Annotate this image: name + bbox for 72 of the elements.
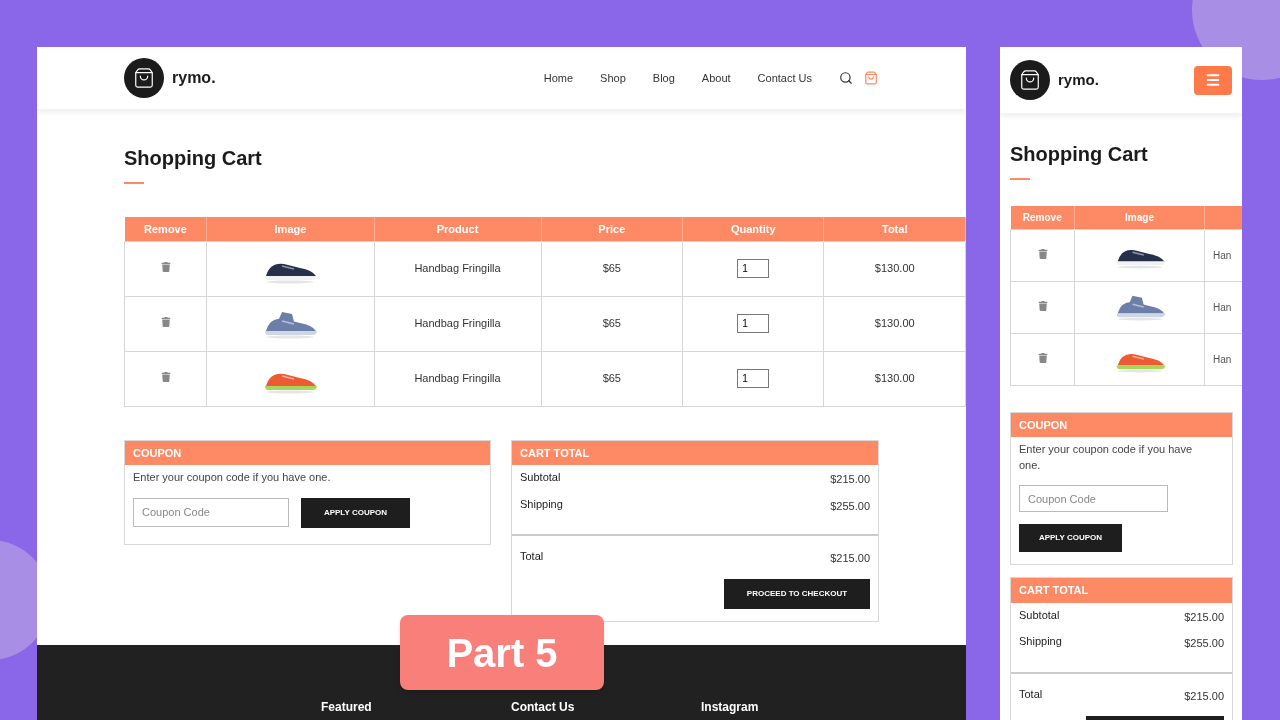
logo-text: rymo.	[1058, 69, 1099, 90]
quantity-field[interactable]: 1	[737, 259, 770, 278]
nav-link[interactable]: Shop	[600, 69, 626, 87]
part-badge: Part 5	[400, 615, 604, 690]
nav-link[interactable]: Home	[543, 69, 574, 87]
price-cell: $65	[541, 351, 683, 406]
logo-icon	[1010, 60, 1050, 100]
product-cell: Han	[1213, 249, 1232, 261]
page-title: Shopping Cart	[124, 146, 263, 170]
column-header: Total	[824, 217, 966, 241]
product-cell: Handbag Fringilla	[374, 296, 542, 351]
product-cell: Han	[1213, 353, 1232, 365]
nav-link[interactable]: About	[701, 69, 731, 87]
quantity-field[interactable]: 1	[737, 314, 770, 333]
summary-label: Shipping	[1019, 634, 1062, 649]
total-value: $215.00	[830, 551, 870, 566]
product-cell: Handbag Fringilla	[374, 351, 542, 406]
menu-icon	[1205, 72, 1221, 88]
summary-value: $255.00	[830, 498, 870, 514]
apply-coupon-button[interactable]: APPLY COUPON	[301, 497, 410, 528]
search-icon[interactable]	[839, 71, 853, 85]
footer-heading: Contact Us	[511, 699, 576, 716]
apply-coupon-button[interactable]: APPLY COUPON	[1019, 524, 1122, 552]
product-cell: Handbag Fringilla	[374, 241, 542, 296]
page-title: Shopping Cart	[1010, 142, 1149, 166]
delete-button[interactable]	[160, 317, 171, 328]
coupon-hint: Enter your coupon code if you have one.	[1019, 442, 1194, 473]
column-header: Remove	[124, 217, 207, 241]
total-label: Total	[520, 549, 544, 564]
summary-label: Shipping	[520, 496, 563, 512]
delete-button[interactable]	[160, 262, 171, 273]
delete-button[interactable]	[160, 372, 171, 383]
column-header: Quantity	[682, 217, 824, 241]
delete-button[interactable]	[1037, 248, 1048, 259]
column-header: Product	[374, 217, 542, 241]
summary-value: $255.00	[1184, 636, 1224, 651]
footer-heading: Instagram	[701, 699, 760, 716]
summary-value: $215.00	[1184, 609, 1224, 625]
price-cell: $65	[541, 241, 683, 296]
summary-value: $215.00	[830, 472, 870, 487]
delete-button[interactable]	[1037, 352, 1048, 363]
footer-heading: Featured	[321, 699, 373, 716]
price-cell: $65	[541, 296, 683, 351]
column-header	[1204, 206, 1242, 229]
quantity-field[interactable]: 1	[737, 369, 770, 388]
column-header: Price	[541, 217, 683, 241]
panel-header: COUPON	[125, 440, 490, 465]
total-value: $215.00	[1184, 688, 1224, 704]
column-header: Image	[1074, 206, 1205, 229]
total-label: Total	[1019, 686, 1043, 702]
menu-button[interactable]	[1194, 65, 1232, 95]
logo-icon	[124, 58, 164, 98]
coupon-field[interactable]: Coupon Code	[1019, 485, 1168, 512]
checkout-button[interactable]: PROCEED TO CHECKOUT	[724, 578, 870, 609]
total-cell: $130.00	[824, 351, 966, 406]
delete-button[interactable]	[1037, 300, 1048, 311]
coupon-field[interactable]: Coupon Code	[133, 497, 289, 527]
nav-link[interactable]: Contact Us	[757, 69, 812, 87]
column-header: Image	[206, 217, 374, 241]
coupon-hint: Enter your coupon code if you have one.	[133, 470, 332, 485]
logo-text: rymo.	[172, 68, 216, 88]
product-cell: Han	[1213, 301, 1232, 313]
total-cell: $130.00	[824, 296, 966, 351]
summary-label: Subtotal	[520, 470, 561, 485]
panel-header: CART TOTAL	[1011, 578, 1232, 603]
shopping-bag-icon[interactable]	[864, 71, 878, 85]
total-cell: $130.00	[824, 241, 966, 296]
panel-header: CART TOTAL	[512, 440, 878, 465]
column-header: Remove	[1010, 206, 1075, 229]
nav-link[interactable]: Blog	[652, 69, 675, 87]
panel-header: COUPON	[1011, 412, 1232, 437]
summary-label: Subtotal	[1019, 607, 1060, 623]
